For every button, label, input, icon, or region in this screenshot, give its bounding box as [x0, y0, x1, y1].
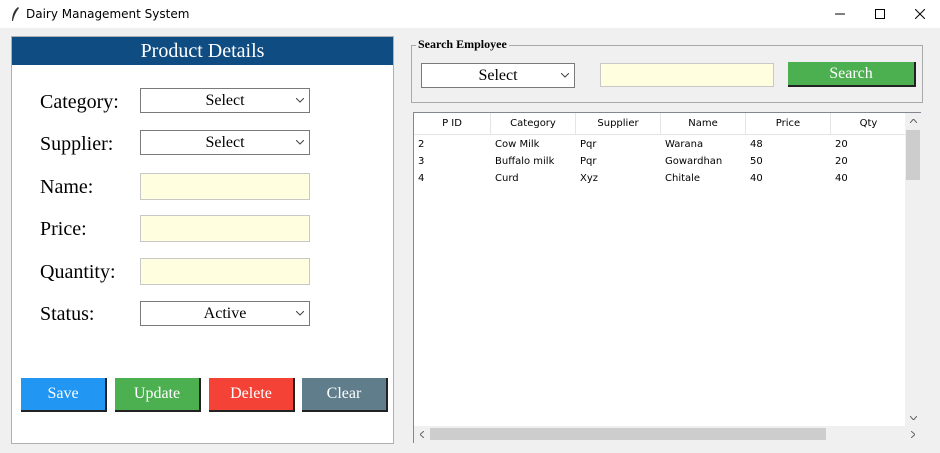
minimize-icon [835, 13, 845, 15]
cell-qty: 20 [835, 156, 848, 167]
supplier-select-value: Select [205, 134, 245, 151]
column-header[interactable]: Qty [831, 113, 906, 135]
chevron-down-icon [296, 89, 304, 112]
cell-name: Gowardhan [665, 156, 723, 167]
update-button[interactable]: Update [115, 378, 201, 412]
column-header[interactable]: Price [746, 113, 831, 135]
search-input[interactable] [600, 63, 774, 87]
supplier-select[interactable]: Select [140, 130, 310, 155]
table-body: 2 Cow Milk Pqr Warana 48 20 3 Buffalo mi… [414, 136, 906, 187]
quantity-field[interactable] [140, 258, 310, 285]
column-header[interactable]: Category [491, 113, 576, 135]
close-icon [915, 9, 925, 19]
product-details-panel: Product Details Category: Select Supplie… [11, 36, 394, 444]
category-select-value: Select [205, 92, 245, 109]
column-header[interactable]: P ID [414, 113, 491, 135]
cell-qty: 40 [835, 173, 848, 184]
delete-button[interactable]: Delete [209, 378, 295, 412]
client-area: Product Details Category: Select Supplie… [0, 28, 940, 453]
maximize-button[interactable] [860, 0, 900, 28]
title-bar: Dairy Management System [0, 0, 940, 28]
scroll-up-arrow-icon[interactable] [905, 113, 921, 129]
scroll-right-arrow-icon[interactable] [905, 426, 921, 443]
table-row[interactable]: 4 Curd Xyz Chitale 40 40 [414, 170, 906, 187]
scroll-down-arrow-icon[interactable] [905, 410, 921, 426]
supplier-label: Supplier: [40, 133, 114, 155]
minimize-button[interactable] [820, 0, 860, 28]
column-header[interactable]: Name [661, 113, 746, 135]
price-label: Price: [40, 218, 87, 240]
table-header: P ID Category Supplier Name Price Qty [414, 113, 906, 135]
chevron-down-icon [296, 131, 304, 154]
feather-icon [12, 7, 19, 21]
cell-pid: 2 [418, 139, 425, 150]
vertical-scroll-thumb[interactable] [906, 130, 920, 180]
save-button[interactable]: Save [21, 378, 107, 412]
name-label: Name: [40, 176, 94, 198]
cell-supplier: Xyz [580, 173, 599, 184]
quantity-label: Quantity: [40, 261, 116, 283]
product-table: P ID Category Supplier Name Price Qty 2 … [413, 112, 921, 443]
close-button[interactable] [900, 0, 940, 28]
horizontal-scrollbar[interactable] [414, 426, 921, 443]
panel-header: Product Details [12, 37, 393, 65]
maximize-icon [875, 9, 885, 19]
cell-price: 40 [750, 173, 763, 184]
horizontal-scroll-thumb[interactable] [430, 428, 826, 440]
table-row[interactable]: 3 Buffalo milk Pqr Gowardhan 50 20 [414, 153, 906, 170]
search-select-value: Select [478, 67, 518, 84]
vertical-scrollbar[interactable] [905, 113, 921, 426]
table-row[interactable]: 2 Cow Milk Pqr Warana 48 20 [414, 136, 906, 153]
cell-pid: 4 [418, 173, 425, 184]
name-field[interactable] [140, 173, 310, 200]
scroll-left-arrow-icon[interactable] [414, 426, 430, 443]
price-field[interactable] [140, 215, 310, 242]
cell-qty: 20 [835, 139, 848, 150]
cell-supplier: Pqr [580, 156, 597, 167]
clear-button[interactable]: Clear [302, 378, 388, 412]
category-select[interactable]: Select [140, 88, 310, 113]
status-label: Status: [40, 303, 95, 325]
search-by-select[interactable]: Select [421, 63, 575, 88]
search-legend: Search Employee [416, 37, 509, 52]
status-select[interactable]: Active [140, 301, 310, 326]
cell-category: Buffalo milk [495, 156, 555, 167]
cell-pid: 3 [418, 156, 425, 167]
chevron-down-icon [296, 302, 304, 325]
cell-price: 50 [750, 156, 763, 167]
cell-name: Warana [665, 139, 704, 150]
cell-supplier: Pqr [580, 139, 597, 150]
cell-price: 48 [750, 139, 763, 150]
cell-name: Chitale [665, 173, 701, 184]
status-select-value: Active [203, 305, 247, 322]
category-label: Category: [40, 91, 119, 113]
column-header[interactable]: Supplier [576, 113, 661, 135]
search-button[interactable]: Search [788, 62, 916, 87]
cell-category: Cow Milk [495, 139, 540, 150]
cell-category: Curd [495, 173, 519, 184]
chevron-down-icon [561, 64, 569, 87]
window-title: Dairy Management System [26, 7, 190, 21]
